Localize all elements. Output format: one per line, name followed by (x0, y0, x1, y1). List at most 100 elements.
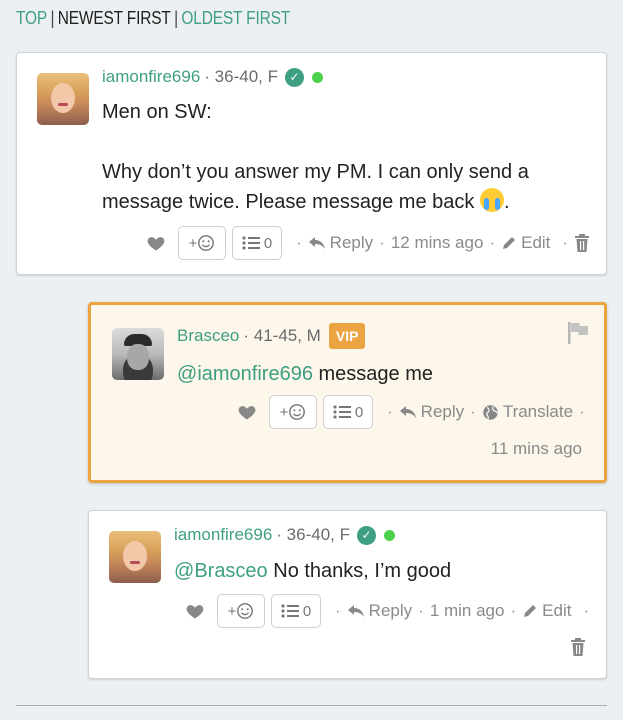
separator-dot: · (583, 601, 590, 620)
separator-dot: · (379, 233, 385, 252)
sort-top-link[interactable]: TOP (16, 8, 47, 28)
demographics: · 36-40, F (276, 525, 350, 544)
timestamp-row: 11 mins ago (491, 439, 582, 459)
reply-label: Reply (420, 402, 465, 421)
username-link[interactable]: iamonfire696 (102, 67, 200, 87)
timestamp: 12 mins ago (390, 233, 484, 252)
edit-button[interactable]: Edit (522, 601, 571, 621)
reply-button[interactable]: Reply (347, 601, 412, 621)
comment-body: Men on SW: Why don’t you answer my PM. I… (102, 97, 592, 217)
smiley-icon (237, 603, 254, 619)
reply-icon (308, 237, 325, 249)
verified-check-icon: ✓ (284, 67, 304, 87)
online-status-dot (383, 529, 395, 541)
mention-prefix: @ (177, 363, 198, 385)
comment-meta: iamonfire696 · 36-40, F ✓ (102, 67, 323, 87)
list-count-button[interactable]: 0 (232, 226, 282, 260)
globe-icon (483, 404, 498, 420)
demographics: · 36-40, F (204, 67, 278, 86)
translate-label: Translate (502, 402, 574, 421)
list-count-button[interactable]: 0 (271, 594, 321, 628)
add-reaction-button[interactable]: + (217, 594, 265, 628)
username-link[interactable]: Brasceo (177, 326, 239, 346)
username-link[interactable]: iamonfire696 (174, 525, 272, 545)
list-count: 0 (302, 602, 312, 620)
vip-reply-card: Brasceo · 41-45, M VIP @iamonfire696 mes… (88, 302, 607, 483)
separator-dot: · (510, 601, 517, 620)
add-reaction-label: + (279, 403, 289, 421)
sort-newest-first-link[interactable]: NEWEST FIRST (58, 8, 171, 28)
flag-icon[interactable] (566, 321, 590, 345)
verified-check-icon: ✓ (356, 525, 376, 545)
crying-face-icon (479, 188, 504, 212)
comment-actions: + 0 · Reply · 12 mins ago · Edit · (146, 226, 590, 260)
heart-icon[interactable] (146, 233, 166, 253)
separator-dot: · (562, 233, 569, 252)
separator-dot: · (387, 402, 393, 421)
avatar[interactable] (112, 328, 164, 380)
trash-icon[interactable] (570, 638, 586, 656)
mention-link[interactable]: @iamonfire696 (177, 363, 313, 385)
avatar[interactable] (109, 531, 161, 583)
comment-line-last: message twice. Please message me back . (102, 187, 592, 217)
smiley-icon (198, 235, 215, 251)
sort-separator: | (174, 8, 178, 28)
comment-body: @iamonfire696 message me (177, 359, 433, 389)
comment-body: @Brasceo No thanks, I’m good (174, 556, 451, 586)
trash-icon[interactable] (574, 234, 590, 252)
avatar[interactable] (37, 73, 89, 125)
comment-trailing: . (503, 191, 510, 213)
comment-text: message me (312, 363, 433, 385)
reply-icon (347, 605, 364, 617)
timestamp: 11 mins ago (490, 439, 582, 458)
edit-label: Edit (542, 601, 572, 620)
reply-card: iamonfire696 · 36-40, F ✓ @Brasceo No th… (88, 510, 607, 679)
add-reaction-label: + (227, 602, 237, 620)
comment-line: Men on SW: (102, 101, 212, 123)
mention-link[interactable]: @Brasceo (174, 560, 268, 582)
comment-line: Why don’t you answer my PM. I can only s… (102, 161, 529, 183)
edit-label: Edit (521, 233, 551, 252)
separator-dot: · (296, 233, 302, 252)
heart-icon[interactable] (185, 601, 205, 621)
comment-actions: + 0 · Reply · Translate · (237, 395, 591, 429)
list-count: 0 (263, 234, 273, 252)
mention-username: Brasceo (194, 560, 268, 582)
reply-label: Reply (329, 233, 374, 252)
divider (16, 705, 607, 706)
vip-badge: VIP (328, 323, 366, 349)
separator-dot: · (489, 233, 496, 252)
pencil-icon (524, 605, 537, 617)
edit-button[interactable]: Edit (501, 233, 550, 253)
comment-meta: iamonfire696 · 36-40, F ✓ (174, 525, 395, 545)
list-icon (333, 405, 351, 419)
reply-button[interactable]: Reply (308, 233, 373, 253)
separator-dot: · (335, 601, 341, 620)
timestamp: 1 min ago (429, 601, 505, 620)
list-icon (281, 604, 299, 618)
separator-dot: · (418, 601, 424, 620)
reply-label: Reply (368, 601, 413, 620)
sort-separator: | (50, 8, 55, 28)
separator-dot: · (470, 402, 476, 421)
comment-line: message twice. Please message me back (102, 191, 475, 213)
sort-bar: TOP | NEWEST FIRST | OLDEST FIRST (16, 8, 290, 29)
demographics: · 41-45, M (243, 326, 321, 345)
add-reaction-label: + (188, 234, 198, 252)
reply-icon (399, 406, 416, 418)
online-status-dot (311, 71, 323, 83)
translate-button[interactable]: Translate (482, 402, 573, 422)
add-reaction-button[interactable]: + (178, 226, 226, 260)
separator-dot: · (579, 402, 585, 421)
list-count-button[interactable]: 0 (323, 395, 373, 429)
sort-oldest-first-link[interactable]: OLDEST FIRST (181, 8, 290, 28)
comment-text: No thanks, I’m good (267, 560, 452, 582)
list-icon (242, 236, 260, 250)
reply-button[interactable]: Reply (399, 402, 464, 422)
list-count: 0 (354, 403, 364, 421)
comment-card: iamonfire696 · 36-40, F ✓ Men on SW: Why… (16, 52, 607, 275)
heart-icon[interactable] (237, 402, 257, 422)
add-reaction-button[interactable]: + (269, 395, 317, 429)
comment-actions: + 0 · Reply · 1 min ago · Edit · (185, 594, 595, 628)
smiley-icon (289, 404, 306, 420)
